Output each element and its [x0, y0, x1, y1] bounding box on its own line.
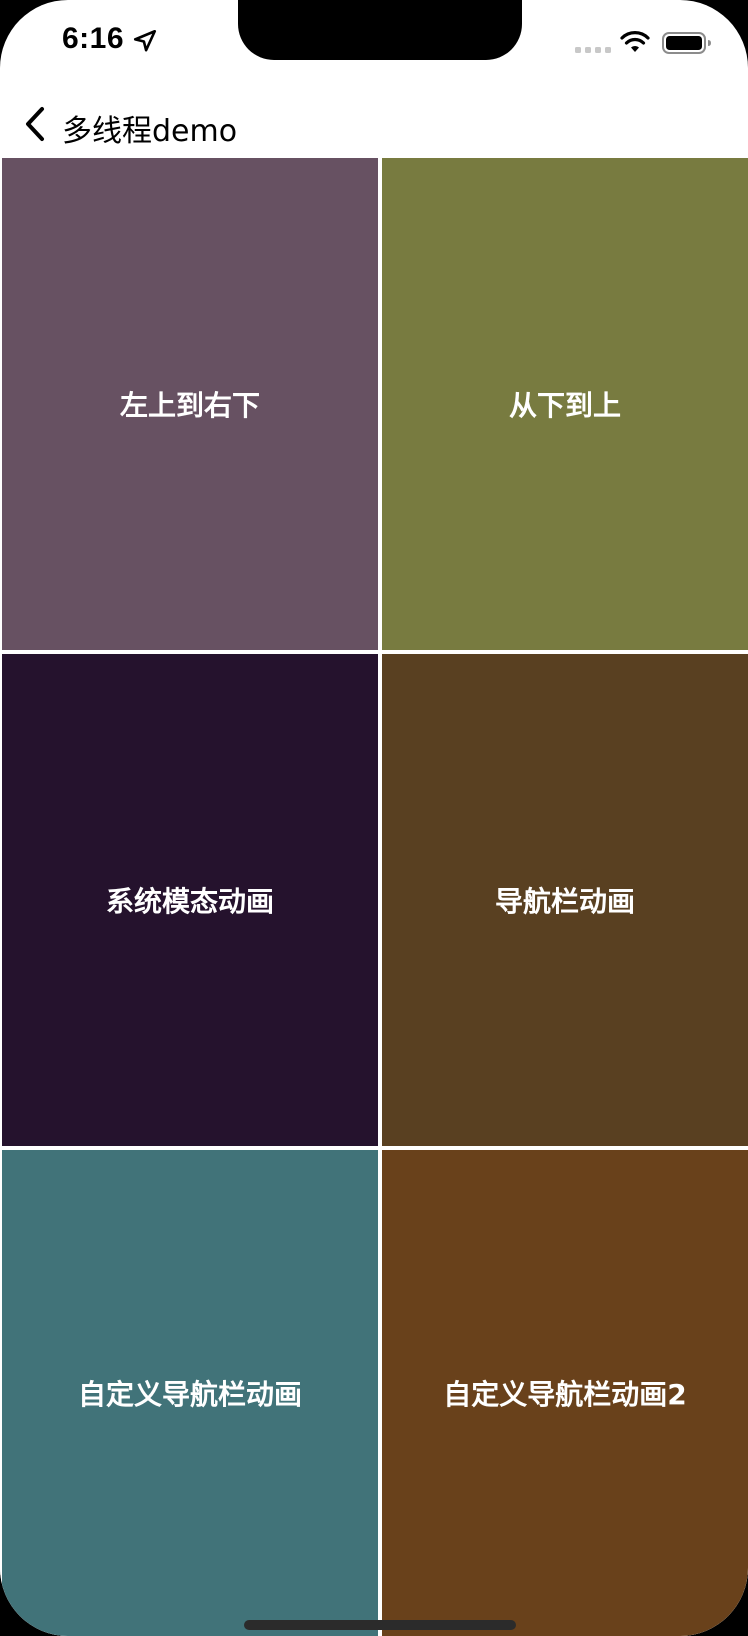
back-chevron-icon[interactable]: [20, 104, 50, 144]
notch: [238, 0, 522, 60]
cell-label: 从下到上: [508, 389, 621, 422]
wifi-icon: [620, 31, 650, 52]
cellular-signal-icon: [575, 47, 611, 53]
cell-label: 系统模态动画: [105, 885, 274, 918]
grid-cell-system-modal-animation[interactable]: 系统模态动画: [2, 654, 378, 1146]
grid-cell-bottom-to-top[interactable]: 从下到上: [382, 158, 748, 650]
grid-cell-top-left-to-bottom-right[interactable]: 左上到右下: [2, 158, 378, 650]
cell-label: 自定义导航栏动画2: [443, 1378, 687, 1411]
location-arrow-icon: [133, 29, 157, 52]
status-time: 6:16: [62, 22, 125, 55]
cell-label: 自定义导航栏动画: [77, 1378, 302, 1411]
home-indicator: [244, 1620, 516, 1630]
animation-grid: 左上到右下 从下到上 系统模态动画 导航栏动画 自定义导航栏动画 自定义导航栏动…: [0, 158, 748, 1636]
grid-cell-custom-navbar-animation[interactable]: 自定义导航栏动画: [2, 1150, 378, 1636]
cell-label: 左上到右下: [119, 389, 260, 422]
navigation-bar: 多线程demo: [0, 96, 748, 158]
nav-title: 多线程demo: [62, 114, 238, 149]
grid-cell-custom-navbar-animation-2[interactable]: 自定义导航栏动画2: [382, 1150, 748, 1636]
battery-icon: [662, 32, 711, 54]
grid-cell-navbar-animation[interactable]: 导航栏动画: [382, 654, 748, 1146]
cell-label: 导航栏动画: [494, 885, 635, 918]
phone-screen: 6:16 多线程demo 左上到右下 从下到上 系统模态动画 导航栏动画 自定义…: [0, 0, 748, 1636]
